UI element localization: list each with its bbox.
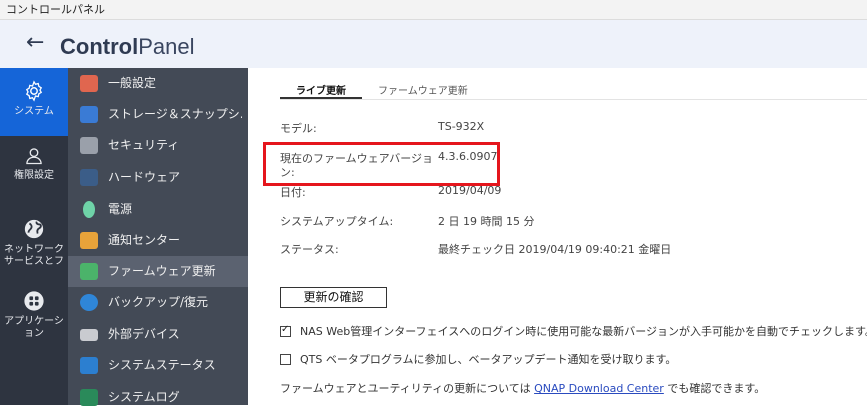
- tab-divider: [280, 99, 867, 100]
- rail-item-network[interactable]: ネットワーク サービスとフ: [0, 218, 68, 278]
- apps-icon: [24, 291, 44, 311]
- download-center-note: ファームウェアとユーティリティの更新については QNAP Download Ce…: [280, 382, 766, 395]
- rail-item-system[interactable]: システム: [0, 68, 68, 136]
- firmware-version-value: 4.3.6.0907: [438, 150, 498, 163]
- menu-item-firmware[interactable]: ファームウェア更新: [68, 256, 248, 287]
- log-icon: [80, 389, 98, 406]
- main-panel: ライブ更新 ファームウェア更新 モデル: TS-932X 現在のファームウェアバ…: [248, 68, 867, 405]
- hardware-icon: [80, 169, 98, 186]
- tab-live-update[interactable]: ライブ更新: [296, 82, 346, 97]
- tab-firmware-update[interactable]: ファームウェア更新: [378, 82, 468, 97]
- auto-check-checkbox[interactable]: [280, 324, 291, 337]
- date-value: 2019/04/09: [438, 184, 502, 197]
- app-header: ← ControlPanel: [0, 20, 867, 68]
- qnap-download-center-link[interactable]: QNAP Download Center: [534, 382, 664, 395]
- firmware-icon: [80, 263, 98, 280]
- external-device-icon: [80, 329, 98, 341]
- check-update-button[interactable]: 更新の確認: [280, 287, 387, 308]
- menu-item-general[interactable]: 一般設定: [68, 68, 248, 99]
- menu-item-external[interactable]: 外部デバイス: [68, 319, 248, 350]
- globe-icon: [24, 219, 44, 239]
- back-arrow-icon[interactable]: ←: [26, 30, 44, 56]
- settings-menu: 一般設定 ストレージ＆スナップシ... セキュリティ ハードウェア 電源 通知セ…: [68, 68, 248, 406]
- gear-icon: [25, 80, 43, 102]
- app-brand: ControlPanel: [60, 34, 195, 59]
- firmware-version-label-cont: ン:: [280, 166, 295, 179]
- auto-check-label: NAS Web管理インターフェイスへのログイン時に使用可能な最新バージョンが入手…: [300, 325, 867, 338]
- general-settings-icon: [80, 75, 98, 92]
- status-label: ステータス:: [280, 243, 339, 256]
- backup-icon: [80, 294, 98, 311]
- beta-program-checkbox[interactable]: [280, 354, 291, 365]
- model-label: モデル:: [280, 122, 317, 135]
- date-label: 日付:: [280, 186, 306, 199]
- menu-item-backup[interactable]: バックアップ/復元: [68, 287, 248, 318]
- menu-item-system-log[interactable]: システムログ: [68, 382, 248, 413]
- uptime-label: システムアップタイム:: [280, 215, 394, 228]
- storage-icon: [80, 106, 98, 123]
- uptime-value: 2 日 19 時間 15 分: [438, 215, 535, 228]
- notification-icon: [80, 232, 98, 249]
- category-rail: システム 権限設定 ネットワーク サービスとフ アプリケーション: [0, 68, 68, 405]
- menu-item-security[interactable]: セキュリティ: [68, 130, 248, 161]
- window-title-bar: コントロールパネル: [0, 0, 867, 20]
- rail-item-applications[interactable]: アプリケーション: [0, 290, 68, 350]
- power-icon: [83, 201, 95, 218]
- firmware-version-label: 現在のファームウェアバージョ: [280, 152, 434, 165]
- model-value: TS-932X: [438, 120, 485, 133]
- rail-label: ネットワーク サービスとフ: [4, 244, 64, 267]
- window-title: コントロールパネル: [6, 3, 105, 16]
- menu-item-storage[interactable]: ストレージ＆スナップシ...: [68, 99, 248, 130]
- rail-label: アプリケーション: [4, 316, 64, 339]
- system-status-icon: [80, 357, 98, 374]
- rail-label: システム: [14, 106, 54, 117]
- menu-item-system-status[interactable]: システムステータス: [68, 350, 248, 381]
- rail-item-permissions[interactable]: 権限設定: [0, 146, 68, 202]
- menu-item-notification[interactable]: 通知センター: [68, 225, 248, 256]
- menu-item-hardware[interactable]: ハードウェア: [68, 162, 248, 193]
- menu-item-power[interactable]: 電源: [68, 194, 248, 225]
- rail-label: 権限設定: [14, 170, 54, 181]
- beta-program-label: QTS ベータプログラムに参加し、ベータアップデート通知を受け取ります。: [300, 353, 677, 366]
- lock-icon: [80, 137, 98, 154]
- status-value: 最終チェック日 2019/04/19 09:40:21 金曜日: [438, 243, 672, 256]
- user-icon: [26, 148, 42, 165]
